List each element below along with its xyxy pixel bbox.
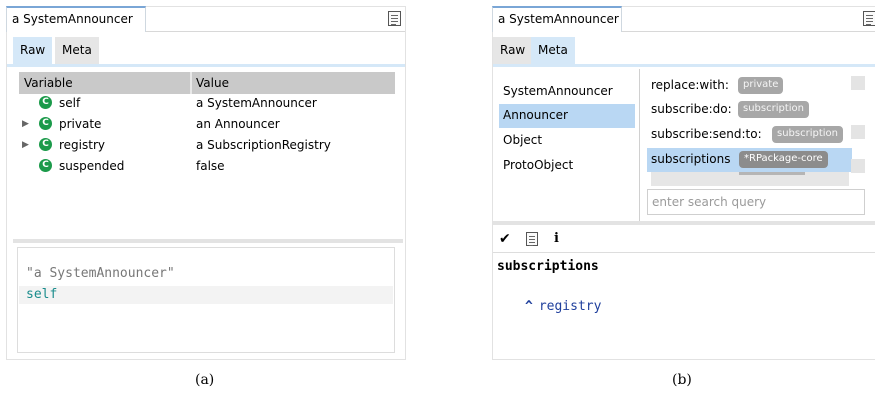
class-name: Object	[503, 133, 543, 147]
subtabs-rule-a	[7, 64, 405, 67]
variables-table: Variable Value C self a SystemAnnouncer …	[19, 72, 395, 178]
tab-raw[interactable]: Raw	[13, 37, 53, 64]
current-line-highlight	[19, 286, 393, 304]
triangle-expand-icon[interactable]: ▶	[22, 119, 29, 129]
code-pane-rule	[493, 252, 875, 253]
variable-value: a SystemAnnouncer	[196, 96, 317, 110]
method-name: replace:with:	[651, 78, 729, 92]
method-name: subscriptions	[651, 152, 731, 166]
header-value[interactable]: Value	[196, 76, 229, 90]
caption-a: (a)	[195, 372, 215, 388]
method-item[interactable]: replace:with: private	[647, 74, 852, 98]
variable-value: an Announcer	[196, 117, 280, 131]
tab-raw[interactable]: Raw	[493, 37, 533, 64]
list-item-class[interactable]: SystemAnnouncer	[499, 80, 635, 104]
document-icon[interactable]	[863, 11, 875, 26]
tab-meta-label: Meta	[538, 43, 568, 57]
inspector-window-a: a SystemAnnouncer Raw Meta Variable Valu…	[6, 6, 406, 360]
caption-b: (b)	[672, 372, 692, 388]
scrollbar-thumb[interactable]	[739, 172, 805, 175]
document-icon[interactable]	[388, 11, 401, 26]
class-name: SystemAnnouncer	[503, 84, 613, 98]
column-divider[interactable]	[190, 72, 192, 94]
search-box[interactable]	[647, 189, 865, 215]
method-item[interactable]: subscribe:send:to: subscription	[647, 123, 852, 147]
protocol-badge: subscription	[772, 126, 843, 143]
inspector-window-b: a SystemAnnouncer Raw Meta SystemAnnounc…	[492, 6, 875, 360]
class-icon: C	[39, 138, 52, 151]
method-checkbox[interactable]	[851, 76, 865, 90]
triangle-expand-icon[interactable]: ▶	[22, 140, 29, 150]
class-icon: C	[39, 117, 52, 130]
table-row[interactable]: ▶ C private an Announcer	[19, 115, 395, 136]
tab-meta[interactable]: Meta	[55, 37, 99, 64]
variable-value: false	[196, 159, 225, 173]
list-divider	[639, 69, 640, 221]
table-row[interactable]: C suspended false	[19, 157, 395, 178]
protocol-badge: private	[738, 77, 784, 94]
tab-strip-rule-b	[622, 31, 875, 32]
search-input[interactable]	[652, 195, 857, 209]
tab-raw-label: Raw	[20, 43, 46, 57]
window-title-a: a SystemAnnouncer	[12, 12, 133, 26]
method-selector: subscriptions	[497, 259, 599, 274]
pane-splitter[interactable]	[13, 239, 403, 243]
window-title-b: a SystemAnnouncer	[498, 12, 619, 26]
document-icon[interactable]	[526, 232, 538, 246]
tab-raw-label: Raw	[500, 43, 526, 57]
variable-name: self	[59, 96, 81, 110]
info-icon[interactable]: i	[554, 231, 559, 246]
window-tab-b[interactable]: a SystemAnnouncer	[492, 6, 622, 32]
code-self: self	[26, 287, 58, 302]
header-variable[interactable]: Variable	[24, 76, 73, 90]
list-item-class-selected[interactable]: Announcer	[499, 104, 635, 128]
class-icon: C	[39, 96, 52, 109]
method-checkbox[interactable]	[851, 125, 865, 139]
tab-meta[interactable]: Meta	[531, 37, 575, 64]
tab-meta-label: Meta	[62, 43, 92, 57]
list-item-class[interactable]: ProtoObject	[499, 154, 635, 178]
method-name: subscribe:do:	[651, 102, 732, 116]
evaluator-pane[interactable]: "a SystemAnnouncer" self	[17, 247, 395, 353]
window-tab-a[interactable]: a SystemAnnouncer	[6, 6, 146, 32]
variable-value: a SubscriptionRegistry	[196, 138, 331, 152]
variable-name: registry	[59, 138, 105, 152]
subtabs-a: Raw Meta	[7, 37, 405, 67]
class-name: ProtoObject	[503, 158, 574, 172]
method-item[interactable]: subscribe:do: subscription	[647, 98, 852, 122]
subtabs-b: Raw Meta	[493, 37, 875, 67]
horizontal-scrollbar[interactable]	[651, 172, 849, 186]
method-item-selected[interactable]: subscriptions *RPackage-core	[647, 148, 852, 172]
subtabs-rule-b	[493, 64, 875, 67]
class-icon: C	[39, 159, 52, 172]
pane-splitter[interactable]	[493, 221, 875, 225]
table-header: Variable Value	[19, 72, 395, 94]
table-row[interactable]: ▶ C registry a SubscriptionRegistry	[19, 136, 395, 157]
class-name: Announcer	[503, 108, 568, 122]
return-caret: ^	[525, 299, 533, 314]
class-hierarchy-list: SystemAnnouncer Announcer Object ProtoOb…	[499, 74, 635, 222]
protocol-badge: *RPackage-core	[739, 151, 828, 168]
method-name: subscribe:send:to:	[651, 127, 762, 141]
table-row[interactable]: C self a SystemAnnouncer	[19, 94, 395, 115]
tab-strip-rule-a	[146, 31, 405, 32]
variable-name: suspended	[59, 159, 125, 173]
code-comment: "a SystemAnnouncer"	[26, 266, 175, 281]
method-checkbox[interactable]	[851, 159, 865, 173]
method-source-pane[interactable]: subscriptions ^ registry	[497, 259, 601, 314]
protocol-badge: subscription	[738, 101, 809, 118]
checkmark-icon[interactable]: ✔	[499, 231, 511, 247]
return-statement: ^ registry	[525, 299, 601, 314]
return-expression: registry	[538, 299, 602, 314]
variable-name: private	[59, 117, 102, 131]
list-item-class[interactable]: Object	[499, 129, 635, 153]
